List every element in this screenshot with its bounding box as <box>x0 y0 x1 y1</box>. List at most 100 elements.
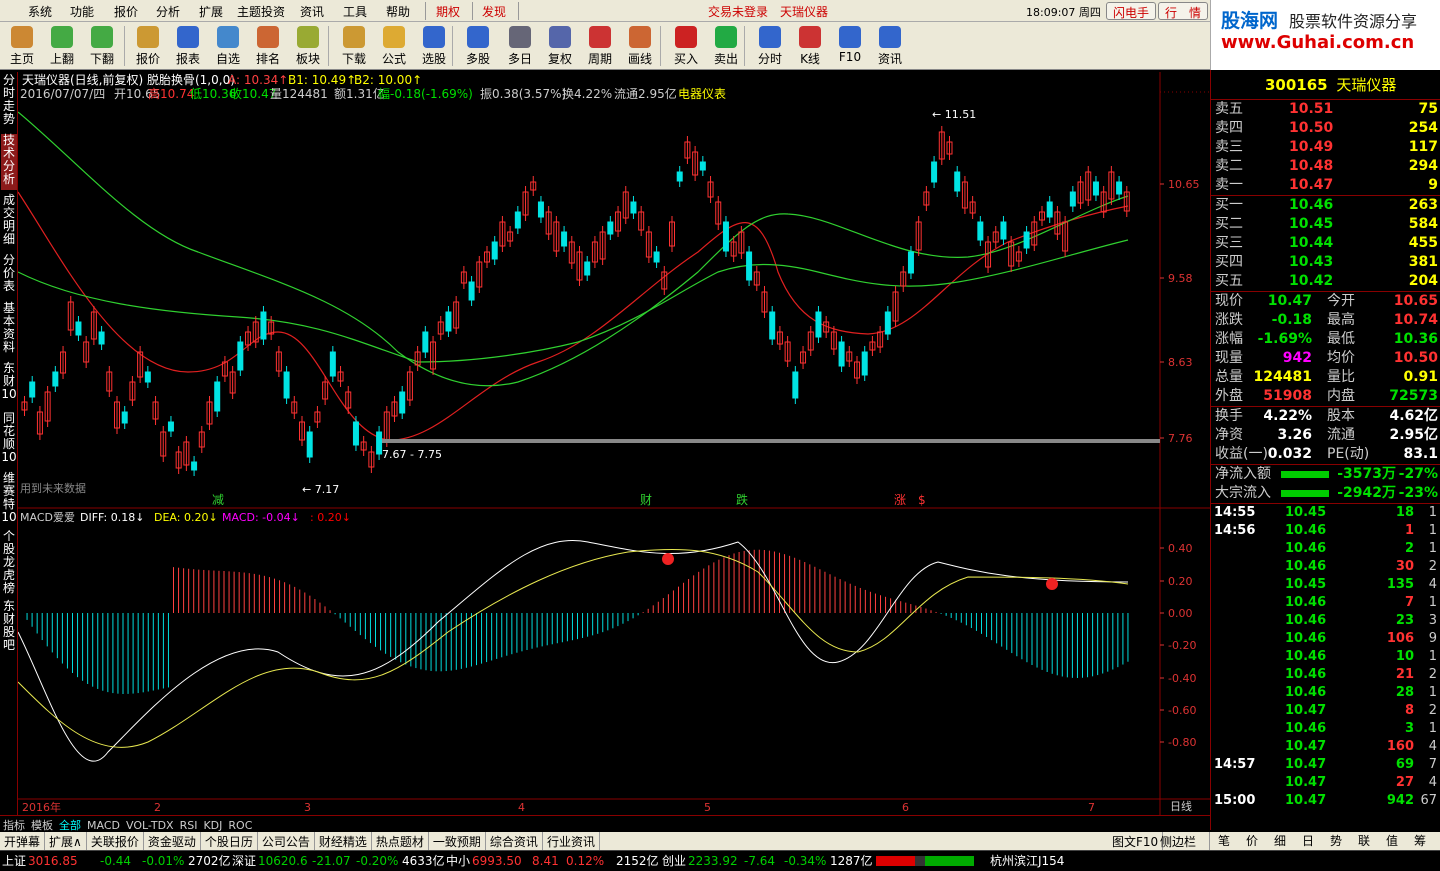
section-tab-1[interactable]: 扩展∧ <box>45 832 87 851</box>
toolbar-20-label: F10 <box>838 50 862 64</box>
bid-row: 买四 10.43 381 <box>1211 253 1440 272</box>
left-tab-5[interactable]: 东财10 <box>1 362 17 408</box>
right-tab-4[interactable]: 势 <box>1322 832 1350 849</box>
menu-system[interactable]: 系统 <box>28 3 52 20</box>
menu-news[interactable]: 资讯 <box>300 3 324 20</box>
fund-label: 流通 <box>1327 427 1355 443</box>
server-name[interactable]: 杭州滨江J154 <box>990 851 1064 871</box>
section-tab-0[interactable]: 开弹幕 <box>0 832 46 851</box>
indicator-tab-3[interactable]: MACD <box>84 818 123 833</box>
info-field-8: 振0.38(3.57%) <box>480 87 566 101</box>
stat-label: 今开 <box>1327 293 1355 309</box>
toolbar-0-button[interactable]: 主页 <box>2 24 42 68</box>
indicator-tab-5[interactable]: RSI <box>177 818 201 833</box>
menu-discover[interactable]: 发现 <box>482 3 506 20</box>
toolbar-6-button[interactable]: 排名 <box>248 24 288 68</box>
toolbar-17-button[interactable]: 卖出 <box>706 24 746 68</box>
menu-help[interactable]: 帮助 <box>386 3 410 20</box>
toolbar-1-button[interactable]: 上翻 <box>42 24 82 68</box>
toolbar-15-button[interactable]: 画线 <box>620 24 660 68</box>
section-tab-5[interactable]: 公司公告 <box>258 832 315 851</box>
toolbar-8-button[interactable]: 下载 <box>334 24 374 68</box>
left-tab-3[interactable]: 分价表 <box>1 254 17 298</box>
left-tab-2[interactable]: 成交明细 <box>1 194 17 250</box>
section-tab-8[interactable]: 一致预期 <box>429 832 486 851</box>
right-tab-0[interactable]: 笔 <box>1210 832 1238 849</box>
stat-label: 最低 <box>1327 331 1355 347</box>
toolbar-20-button[interactable]: F10 <box>830 24 870 68</box>
left-tab-0[interactable]: 分时走势 <box>1 74 17 130</box>
indicator-tab-4[interactable]: VOL-TDX <box>123 818 177 833</box>
menu-tools[interactable]: 工具 <box>343 3 367 20</box>
candle-body <box>815 311 822 338</box>
right-tab-3[interactable]: 日 <box>1294 832 1322 849</box>
toolbar-2-button[interactable]: 下翻 <box>82 24 122 68</box>
toolbar-9-button[interactable]: 公式 <box>374 24 414 68</box>
macd-tick-label: -0.20 <box>1168 639 1196 652</box>
time-axis-label: 3 <box>304 801 311 814</box>
right-tab-7[interactable]: 筹 <box>1406 832 1434 849</box>
toolbar-3-button[interactable]: 报价 <box>128 24 168 68</box>
left-tab-7[interactable]: 维赛特10 <box>1 472 17 528</box>
section-tab-10[interactable]: 行业资讯 <box>543 832 600 851</box>
sz-index-name[interactable]: 深证 <box>232 851 256 871</box>
toolbar-14-button[interactable]: 周期 <box>580 24 620 68</box>
toolbar-4-label: 报表 <box>175 52 200 66</box>
right-tab-1[interactable]: 价 <box>1238 832 1266 849</box>
toolbar-1-icon <box>51 26 73 48</box>
toolbar-12-button[interactable]: 多日 <box>500 24 540 68</box>
toolbar-19-button[interactable]: K线 <box>790 24 830 68</box>
left-tab-1[interactable]: 技术分析 <box>1 134 17 190</box>
quote-fundamentals: 换手 4.22% 股本 4.62亿 净资 3.26 流通 2.95亿 收益(一) 0.032 PE(… <box>1211 407 1440 465</box>
zx-index-pct: 0.12% <box>566 854 605 868</box>
toolbar-11-button[interactable]: 多股 <box>458 24 498 68</box>
tick-row: 10.46 2 1 <box>1211 540 1440 558</box>
menu-analysis[interactable]: 分析 <box>156 3 180 20</box>
right-tab-2[interactable]: 细 <box>1266 832 1294 849</box>
right-tab-6[interactable]: 值 <box>1378 832 1406 849</box>
section-tab-7[interactable]: 热点题材 <box>372 832 429 851</box>
menu-quote[interactable]: 报价 <box>114 3 138 20</box>
indicator-tab-6[interactable]: KDJ <box>200 818 225 833</box>
menu-theme-invest[interactable]: 主题投资 <box>237 3 285 20</box>
toolbar-16-button[interactable]: 买入 <box>666 24 706 68</box>
toolbar-18-button[interactable]: 分时 <box>750 24 790 68</box>
left-tab-9[interactable]: 东财股吧 <box>1 600 17 652</box>
toolbar-21-button[interactable]: 资讯 <box>870 24 910 68</box>
bid-price: 10.45 <box>1289 216 1334 232</box>
toolbar-5-button[interactable]: 自选 <box>208 24 248 68</box>
cy-index-name[interactable]: 创业 <box>662 851 686 871</box>
zx-index-name[interactable]: 中小 <box>446 851 470 871</box>
section-tab-4[interactable]: 个股日历 <box>201 832 258 851</box>
login-status[interactable]: 交易未登录 <box>708 3 768 20</box>
tick-count: 1 <box>1428 721 1437 736</box>
menu-function[interactable]: 功能 <box>70 3 94 20</box>
kline-chart[interactable]: 天瑞仪器(日线,前复权) 脱胎换骨(1,0,0)A: 10.34↑ B1: 10.… <box>18 72 1210 815</box>
toolbar-7-button[interactable]: 板块 <box>288 24 328 68</box>
price-tick-label: 7.76 <box>1168 432 1193 445</box>
quote-button[interactable]: 行 情 <box>1158 2 1209 20</box>
flash-trade-button[interactable]: 闪电手 <box>1106 2 1157 20</box>
toolbar-13-button[interactable]: 复权 <box>540 24 580 68</box>
sh-index-name[interactable]: 上证 <box>2 851 26 871</box>
left-tab-4[interactable]: 基本资料 <box>1 302 17 358</box>
section-tab-6[interactable]: 财经精选 <box>315 832 372 851</box>
left-tab-6[interactable]: 同花顺10 <box>1 412 17 468</box>
right-tab-5[interactable]: 联 <box>1350 832 1378 849</box>
section-tab-2[interactable]: 关联报价 <box>87 832 144 851</box>
menu-options[interactable]: 期权 <box>436 3 460 20</box>
fund-row: 收益(一) 0.032 PE(动) 83.1 <box>1211 445 1440 464</box>
candle-body <box>676 171 683 182</box>
tick-row: 10.46 21 2 <box>1211 666 1440 684</box>
toolbar-10-button[interactable]: 选股 <box>414 24 454 68</box>
section-right-tab-0[interactable]: 图文F10 <box>1108 832 1164 851</box>
low-annotation: ← 7.17 <box>302 483 339 496</box>
toolbar-4-button[interactable]: 报表 <box>168 24 208 68</box>
left-tab-8[interactable]: 个股龙虎榜 <box>1 530 17 596</box>
tick-time: 14:56 <box>1214 523 1256 538</box>
indicator-tab-7[interactable]: ROC <box>225 818 255 833</box>
section-tab-3[interactable]: 资金驱动 <box>144 832 201 851</box>
menu-extend[interactable]: 扩展 <box>199 3 223 20</box>
tick-row: 10.46 23 3 <box>1211 612 1440 630</box>
section-tab-9[interactable]: 综合资讯 <box>486 832 543 851</box>
